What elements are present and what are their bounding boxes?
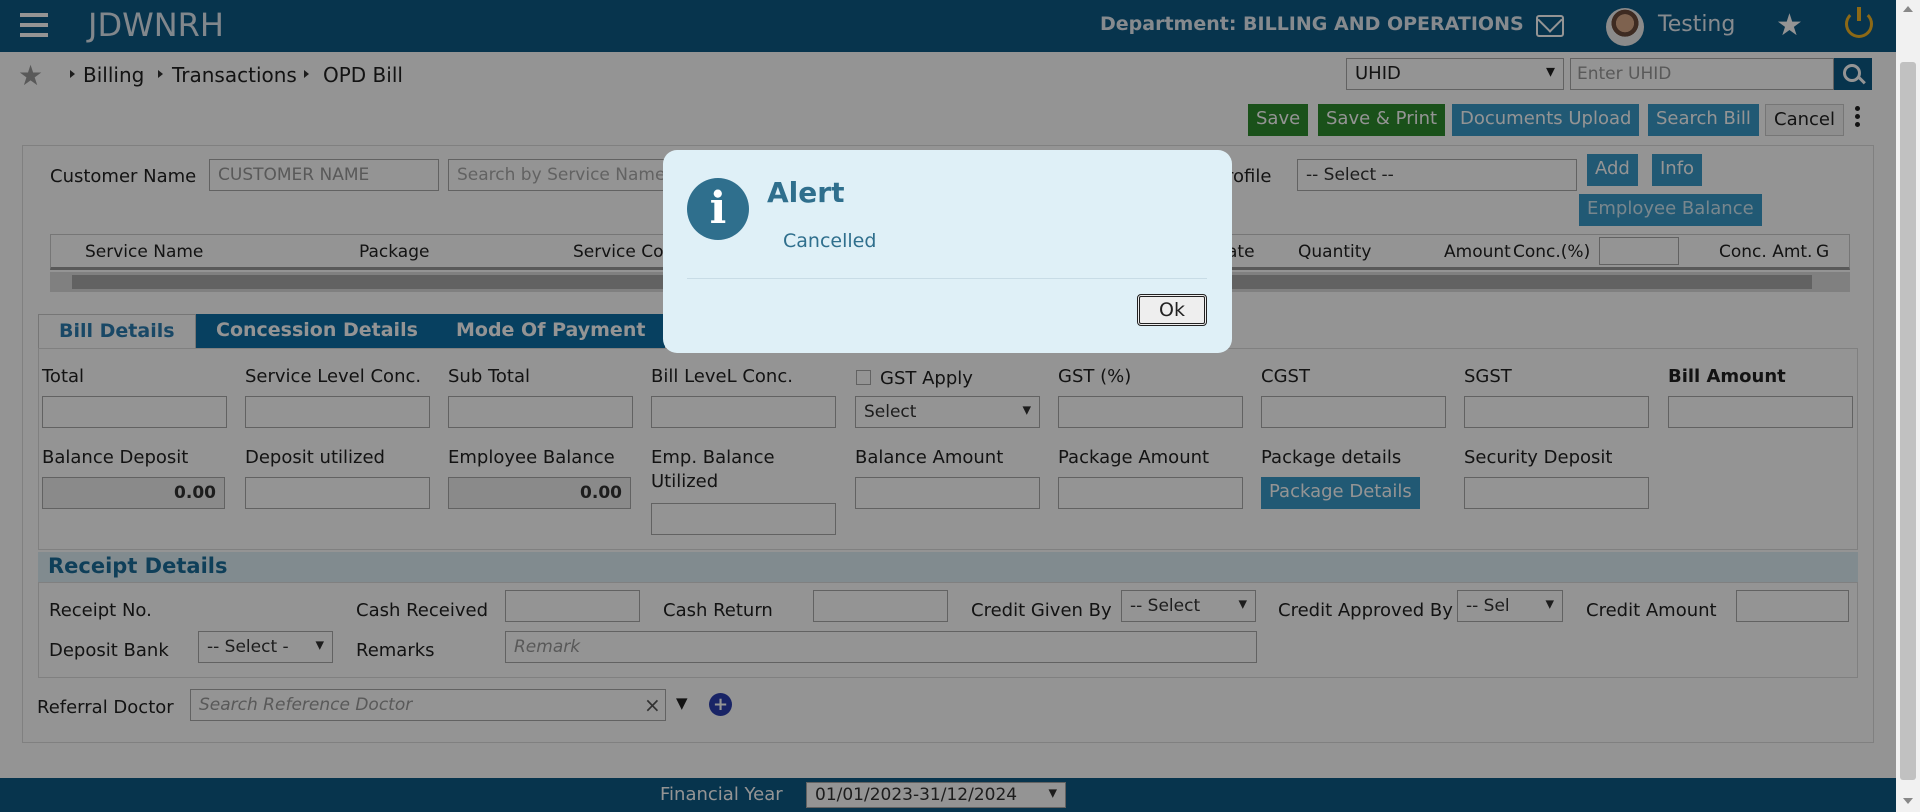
alert-message: Cancelled [783,230,877,252]
alert-dialog: i Alert Cancelled Ok [663,150,1232,353]
scroll-down-icon[interactable] [1903,798,1913,804]
info-icon: i [687,178,749,240]
page-scrollbar[interactable] [1896,0,1920,812]
modal-overlay [0,0,1896,812]
alert-divider [687,278,1207,279]
alert-title: Alert [767,176,845,209]
ok-button[interactable]: Ok [1137,294,1207,326]
scroll-up-icon[interactable] [1903,6,1913,12]
scroll-thumb[interactable] [1900,62,1916,780]
